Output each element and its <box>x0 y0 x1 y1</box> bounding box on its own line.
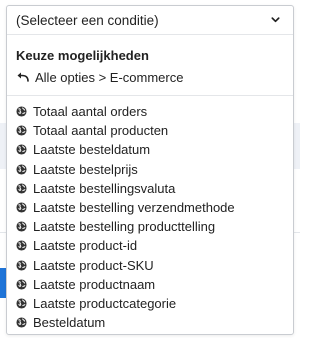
option-item[interactable]: Laatste bestellingsvaluta <box>7 179 293 198</box>
globe-icon <box>16 221 27 232</box>
globe-icon <box>16 164 27 175</box>
option-item[interactable]: Laatste besteldatum <box>7 140 293 159</box>
globe-icon <box>16 106 27 117</box>
option-label: Besteldatum <box>33 315 106 331</box>
globe-icon <box>16 279 27 290</box>
globe-icon <box>16 202 27 213</box>
option-item[interactable]: Laatste product-id <box>7 236 293 255</box>
condition-select[interactable]: (Selecteer een conditie) <box>7 6 293 35</box>
globe-icon <box>16 317 27 328</box>
option-item[interactable]: Laatste productnaam <box>7 275 293 294</box>
option-label: Laatste bestelling producttelling <box>33 219 216 235</box>
back-arrow-icon <box>17 72 29 82</box>
option-label: Totaal aantal producten <box>33 123 169 139</box>
condition-dropdown: (Selecteer een conditie) Keuze mogelijkh… <box>6 5 294 335</box>
option-item[interactable]: Laatste bestelling producttelling <box>7 217 293 236</box>
condition-select-label: (Selecteer een conditie) <box>16 12 159 28</box>
options-section-title: Keuze mogelijkheden <box>16 48 149 63</box>
option-item[interactable]: Totaal aantal orders <box>7 102 293 121</box>
option-item[interactable]: Laatste product-SKU <box>7 256 293 275</box>
option-label: Laatste product-SKU <box>33 257 154 273</box>
option-label: Laatste besteldatum <box>33 142 151 158</box>
page: (Selecteer een conditie) Keuze mogelijkh… <box>0 0 300 338</box>
option-label: Laatste bestelprijs <box>33 161 138 177</box>
option-item[interactable]: Besteldatum <box>7 313 293 332</box>
globe-icon <box>16 298 27 309</box>
option-item[interactable]: Laatste productcategorie <box>7 294 293 313</box>
option-item[interactable]: Laatste bestelling verzendmethode <box>7 198 293 217</box>
option-item[interactable]: Totaal aantal producten <box>7 121 293 140</box>
globe-icon <box>16 240 27 251</box>
option-label: Laatste bestellingsvaluta <box>33 180 176 196</box>
options-list: Totaal aantal orders Totaal aantal produ… <box>7 102 293 332</box>
option-item[interactable]: Laatste bestelprijs <box>7 160 293 179</box>
globe-icon <box>16 144 27 156</box>
globe-icon <box>16 183 27 194</box>
globe-icon <box>16 260 27 271</box>
option-label: Laatste product-id <box>33 238 138 254</box>
chevron-down-icon <box>271 17 280 23</box>
globe-icon <box>16 125 27 136</box>
option-label: Totaal aantal orders <box>33 104 148 120</box>
back-to-all-options[interactable]: Alle opties > E-commerce <box>16 68 293 86</box>
section-divider <box>7 95 293 96</box>
option-label: Laatste productnaam <box>33 276 156 292</box>
back-label: Alle opties > E-commerce <box>35 69 184 85</box>
option-label: Laatste productcategorie <box>33 295 177 311</box>
option-label: Laatste bestelling verzendmethode <box>33 200 235 216</box>
